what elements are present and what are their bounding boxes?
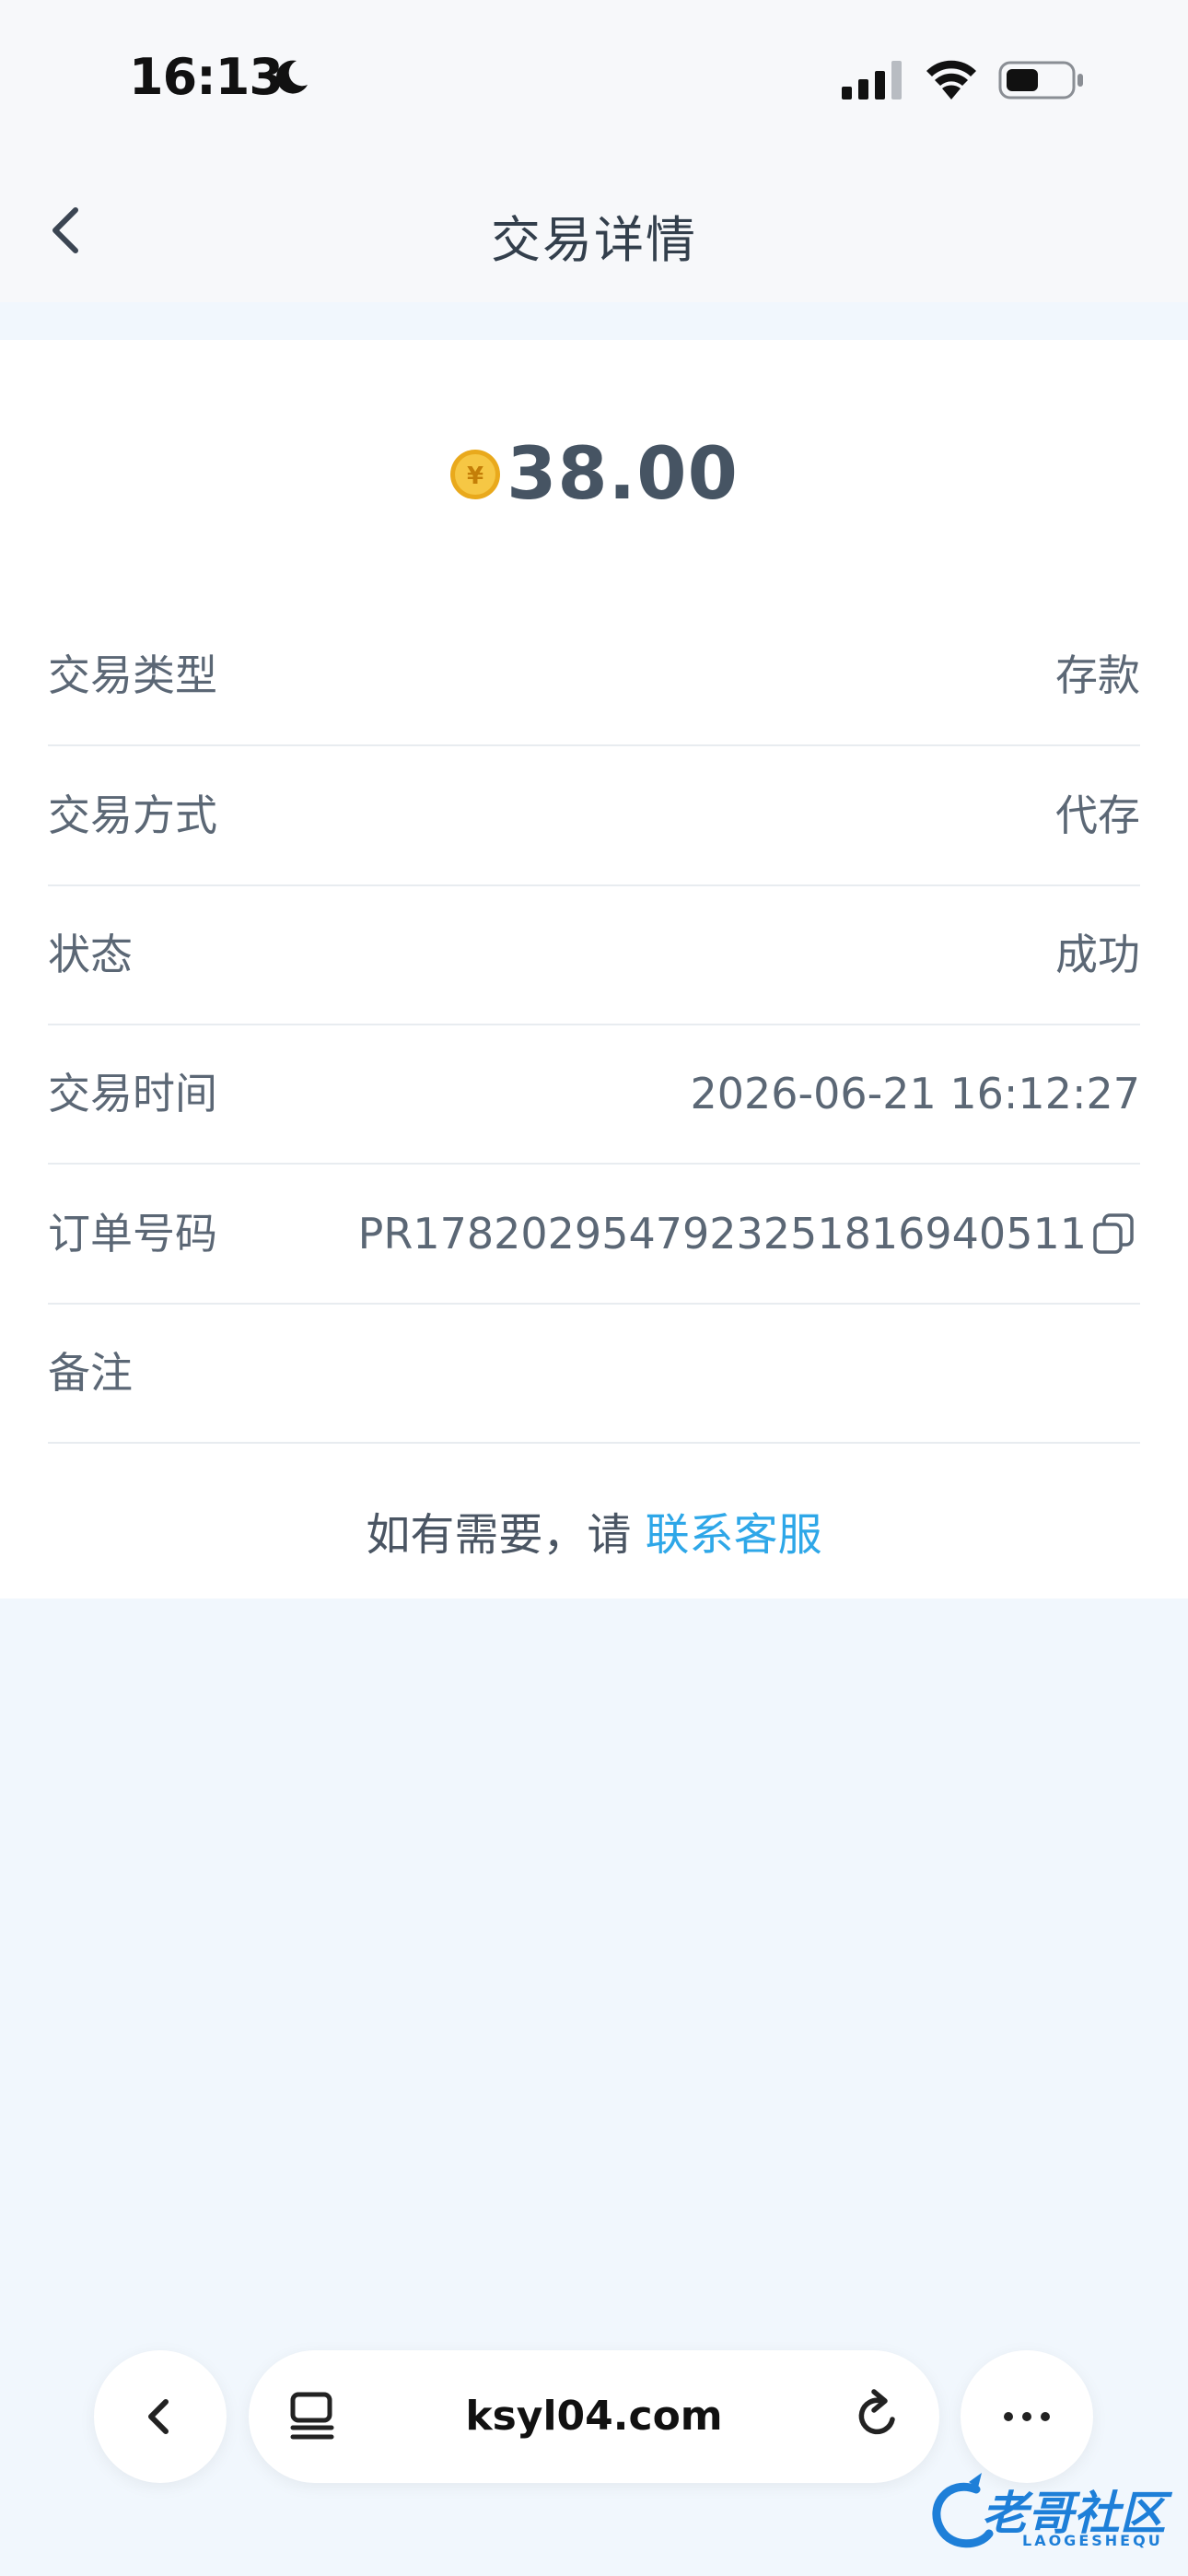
amount-value: 38.00 — [507, 433, 739, 516]
svg-text:¥: ¥ — [467, 463, 483, 490]
row-transaction-type: 交易类型 存款 — [48, 606, 1140, 746]
page-title: 交易详情 — [491, 211, 697, 269]
row-value: 存款 — [1055, 650, 1140, 700]
row-value: 代存 — [1055, 790, 1140, 840]
watermark-subtext: LAOGESHEQU — [1022, 2532, 1163, 2549]
cellular-signal-icon — [842, 61, 902, 100]
moon-icon — [276, 60, 308, 94]
help-line: 如有需要，请 联系客服 — [0, 1498, 1188, 1563]
row-order-number: 订单号码 PR1782029547923251816940511 — [48, 1165, 1140, 1305]
more-dots-icon — [1004, 2412, 1050, 2421]
copy-icon[interactable] — [1092, 1212, 1135, 1255]
row-label: 交易方式 — [48, 790, 217, 840]
watermark-logo: 老哥社区 LAOGESHEQU — [921, 2469, 1179, 2561]
row-status: 状态 成功 — [48, 885, 1140, 1025]
wifi-icon — [926, 60, 976, 100]
reload-icon[interactable] — [850, 2388, 905, 2443]
url-text[interactable]: ksyl04.com — [249, 2350, 939, 2483]
contact-support-link[interactable]: 联系客服 — [646, 1509, 822, 1561]
row-remark: 备注 — [48, 1304, 1140, 1444]
status-value: 成功 — [1055, 930, 1140, 979]
row-value: 2026-06-21 16:12:27 — [690, 1069, 1140, 1118]
browser-more-button[interactable] — [961, 2350, 1093, 2483]
row-label: 订单号码 — [48, 1209, 217, 1259]
row-label: 备注 — [48, 1348, 133, 1398]
row-transaction-method: 交易方式 代存 — [48, 746, 1140, 886]
browser-back-button[interactable] — [94, 2350, 227, 2483]
row-label: 状态 — [48, 930, 133, 979]
amount-display: ¥ 38.00 — [0, 433, 1188, 516]
chevron-left-icon — [148, 2399, 169, 2434]
help-prefix: 如有需要，请 — [366, 1509, 646, 1561]
row-transaction-time: 交易时间 2026-06-21 16:12:27 — [48, 1025, 1140, 1165]
order-number-value: PR1782029547923251816940511 — [357, 1209, 1087, 1259]
status-time: 16:13 — [129, 48, 284, 106]
row-label: 交易时间 — [48, 1069, 217, 1118]
row-label: 交易类型 — [48, 650, 217, 700]
yuan-coin-icon: ¥ — [450, 450, 501, 499]
battery-icon — [998, 61, 1083, 100]
